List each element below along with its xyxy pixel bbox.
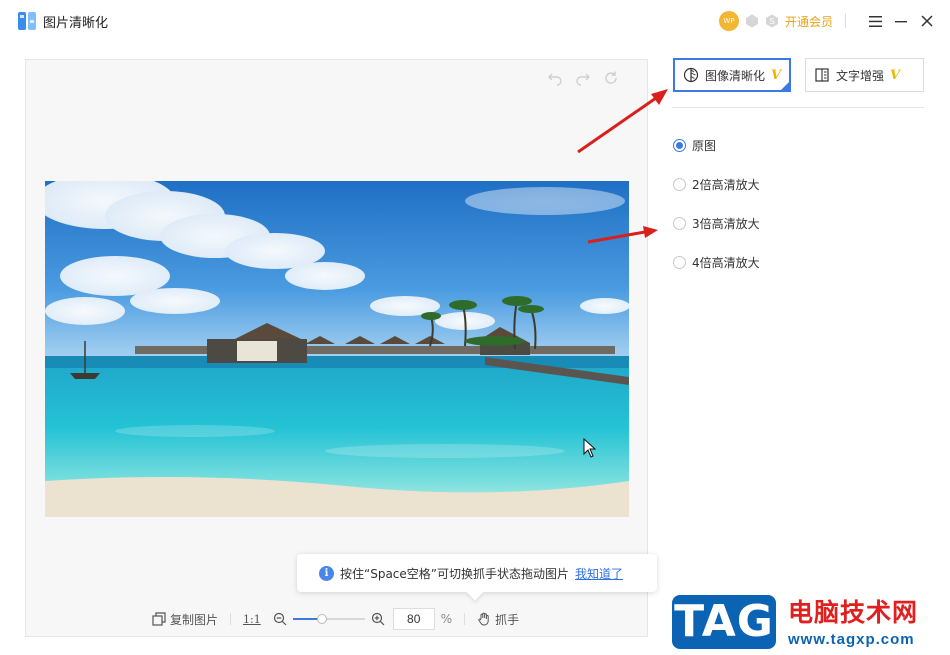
vip-v-badge: V (890, 67, 901, 83)
tip-bubble: i 按住“Space空格”可切换抓手状态拖动图片 我知道了 (297, 554, 657, 592)
mode-image-sharpen-label: 图像清晰化 (705, 68, 766, 83)
mode-text-enhance-label: 文字增强 (836, 68, 885, 83)
hand-tool-label: 抓手 (495, 612, 520, 627)
copy-image-button[interactable]: 复制图片 (152, 611, 218, 628)
refresh-icon[interactable] (603, 70, 619, 86)
option-3x-label: 3倍高清放大 (692, 216, 760, 231)
info-icon: i (319, 565, 334, 581)
option-original-label: 原图 (692, 138, 717, 153)
user-avatar[interactable]: WP (718, 11, 739, 31)
preview-toolbar: 复制图片 1:1 % 抓手 (152, 608, 519, 630)
menu-icon (868, 15, 882, 27)
zoom-input[interactable] (392, 608, 435, 630)
hand-tool-button[interactable]: 抓手 (477, 611, 519, 628)
mode-text-enhance-button[interactable]: 文字增强 V (805, 58, 924, 92)
beach-photo[interactable] (45, 181, 629, 517)
minimize-button[interactable] (892, 12, 910, 30)
scale-options: 原图 2倍高清放大 3倍高清放大 4倍高清放大 (673, 137, 760, 293)
image-sharpen-icon (683, 67, 699, 83)
zoom-slider-handle[interactable] (316, 614, 327, 624)
svg-text:S: S (769, 17, 774, 26)
hand-icon (478, 612, 489, 626)
vip-link[interactable]: 开通会员 (785, 13, 833, 30)
watermark-site-name: 电脑技术网 (788, 598, 919, 627)
hexagon-s-icon[interactable]: S (765, 14, 779, 28)
option-3x[interactable]: 3倍高清放大 (673, 215, 760, 231)
text-enhance-icon (815, 68, 829, 82)
option-4x[interactable]: 4倍高清放大 (673, 254, 760, 270)
tip-text: 按住“Space空格”可切换抓手状态拖动图片 (340, 566, 570, 581)
watermark-tag-logo: TAG (668, 589, 780, 655)
minimize-icon (895, 21, 907, 23)
zoom-slider[interactable] (292, 612, 365, 626)
watermark-url: www.tagxp.com (788, 631, 915, 648)
redo-icon[interactable] (575, 70, 591, 86)
app-logo-icon (18, 12, 36, 30)
panel-divider (672, 107, 924, 108)
close-icon (921, 15, 933, 27)
selected-corner-mark (780, 81, 790, 91)
tip-dismiss-link[interactable]: 我知道了 (575, 565, 623, 582)
actual-size-button[interactable]: 1:1 (243, 613, 261, 626)
copy-icon (152, 612, 166, 626)
zoom-unit: % (440, 612, 453, 626)
watermark-text-block: 电脑技术网 www.tagxp.com (780, 589, 947, 655)
menu-button[interactable] (866, 12, 884, 30)
zoom-in-icon[interactable] (371, 612, 385, 626)
hexagon-icon[interactable] (745, 14, 759, 28)
option-2x-label: 2倍高清放大 (692, 177, 760, 192)
option-4x-label: 4倍高清放大 (692, 255, 760, 270)
title-divider (845, 14, 846, 28)
option-original[interactable]: 原图 (673, 137, 760, 153)
zoom-out-icon[interactable] (273, 612, 287, 626)
undo-icon[interactable] (547, 70, 563, 86)
radio-3x[interactable] (673, 216, 686, 230)
history-controls (547, 70, 619, 86)
option-2x[interactable]: 2倍高清放大 (673, 176, 760, 192)
toolbar-divider (230, 613, 232, 625)
title-actions: WP S 开通会员 (718, 10, 936, 32)
title-bar: 图片清晰化 WP S 开通会员 (0, 0, 950, 42)
toolbar-divider (464, 613, 466, 625)
close-button[interactable] (918, 12, 936, 30)
copy-image-label: 复制图片 (170, 612, 219, 627)
radio-original[interactable] (673, 138, 686, 152)
watermark-tag-text: TAG (672, 595, 776, 649)
radio-4x[interactable] (673, 255, 686, 269)
watermark: TAG 电脑技术网 www.tagxp.com (668, 589, 947, 655)
preview-panel: i 按住“Space空格”可切换抓手状态拖动图片 我知道了 复制图片 1:1 % (25, 59, 657, 637)
mode-image-sharpen-button[interactable]: 图像清晰化 V (673, 58, 791, 92)
mouse-cursor-icon (583, 438, 597, 458)
radio-2x[interactable] (673, 177, 686, 191)
app-window: 图片清晰化 WP S 开通会员 i 按住“Space空格”可切换抓手状态拖动图片… (0, 0, 950, 655)
app-title: 图片清晰化 (43, 16, 109, 31)
